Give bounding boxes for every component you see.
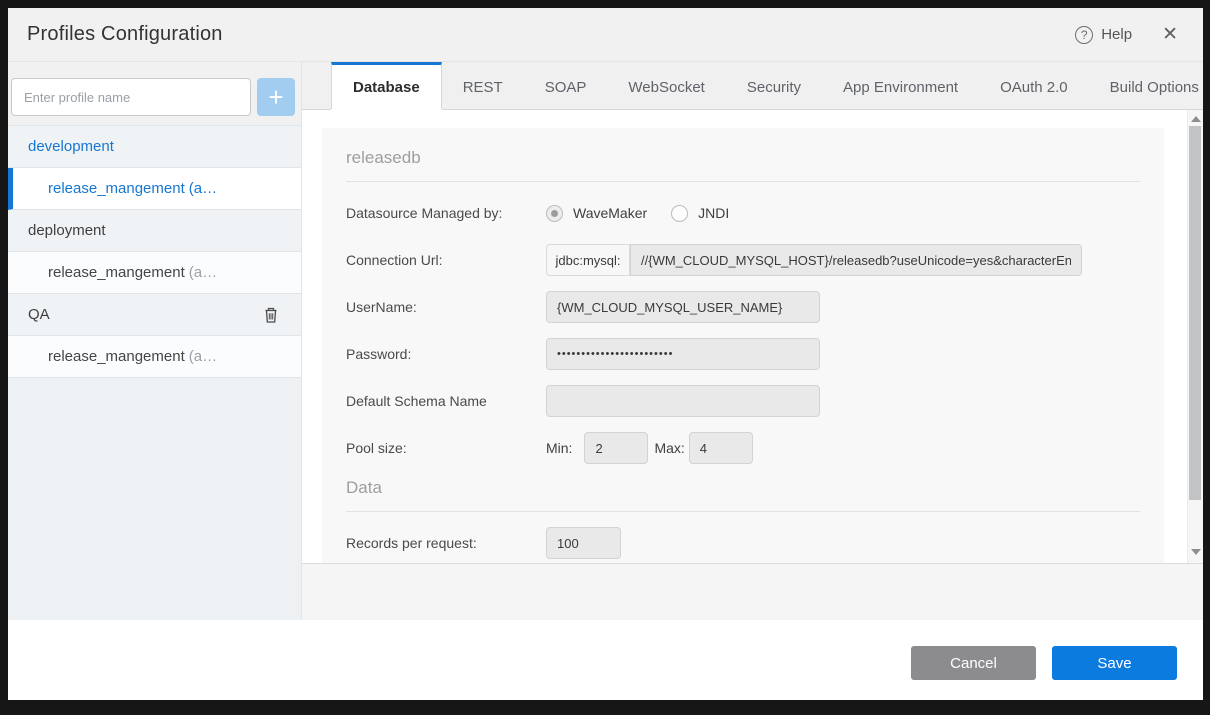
scroll-down-icon[interactable] bbox=[1188, 545, 1203, 559]
tab-build-options[interactable]: Build Options bbox=[1089, 62, 1210, 109]
config-tab-bar: Database REST SOAP WebSocket Security Ap… bbox=[302, 62, 1203, 110]
help-icon[interactable]: ? bbox=[1075, 26, 1093, 44]
profiles-configuration-dialog: Profiles Configuration ? Help ✕ + develo… bbox=[8, 8, 1203, 700]
profiles-sidebar: + development release_mangement (a… depl… bbox=[8, 62, 302, 620]
datasource-managed-by-label: Datasource Managed by: bbox=[346, 205, 546, 221]
section-heading-releasedb: releasedb bbox=[346, 148, 1140, 182]
wavemaker-radio-label: WaveMaker bbox=[573, 205, 647, 221]
scroll-up-icon[interactable] bbox=[1188, 112, 1203, 126]
pool-min-input[interactable] bbox=[584, 432, 648, 464]
profile-group-deployment[interactable]: deployment bbox=[8, 210, 301, 252]
tab-soap[interactable]: SOAP bbox=[524, 62, 608, 109]
dialog-header: Profiles Configuration ? Help ✕ bbox=[8, 8, 1203, 62]
wavemaker-radio[interactable] bbox=[546, 205, 563, 222]
username-input[interactable] bbox=[546, 291, 820, 323]
profile-name-input[interactable] bbox=[11, 78, 251, 116]
tab-websocket[interactable]: WebSocket bbox=[607, 62, 725, 109]
records-per-request-row: Records per request: bbox=[346, 527, 1140, 559]
records-per-request-input[interactable] bbox=[546, 527, 621, 559]
tab-app-environment[interactable]: App Environment bbox=[822, 62, 979, 109]
dialog-footer: Cancel Save bbox=[8, 620, 1203, 700]
profile-group-development[interactable]: development bbox=[8, 126, 301, 168]
vertical-scrollbar[interactable] bbox=[1187, 110, 1203, 563]
pool-max-input[interactable] bbox=[689, 432, 753, 464]
pool-max-label: Max: bbox=[654, 440, 684, 456]
tab-panel-footer-strip bbox=[302, 564, 1203, 620]
jdbc-protocol-prefix: jdbc:mysql: bbox=[546, 244, 630, 276]
connection-url-input[interactable] bbox=[630, 244, 1082, 276]
username-row: UserName: bbox=[346, 291, 1140, 323]
tab-database[interactable]: Database bbox=[331, 62, 442, 109]
username-label: UserName: bbox=[346, 299, 546, 315]
database-config-form: releasedb Datasource Managed by: WaveMak… bbox=[322, 128, 1164, 564]
password-input[interactable] bbox=[546, 338, 820, 370]
default-schema-row: Default Schema Name bbox=[346, 385, 1140, 417]
cancel-button[interactable]: Cancel bbox=[911, 646, 1036, 680]
records-per-request-label: Records per request: bbox=[346, 535, 546, 551]
tab-oauth-2-0[interactable]: OAuth 2.0 bbox=[979, 62, 1089, 109]
connection-url-label: Connection Url: bbox=[346, 252, 546, 268]
connection-url-row: Connection Url: jdbc:mysql: bbox=[346, 244, 1140, 276]
tab-security[interactable]: Security bbox=[726, 62, 822, 109]
database-tab-panel: releasedb Datasource Managed by: WaveMak… bbox=[302, 110, 1203, 564]
profile-item-release-mangement-development[interactable]: release_mangement (a… bbox=[8, 168, 301, 210]
jndi-radio[interactable] bbox=[671, 205, 688, 222]
sidebar-empty-area bbox=[8, 378, 301, 620]
profile-item-release-mangement-deployment[interactable]: release_mangement (a… bbox=[8, 252, 301, 294]
profile-search-row: + bbox=[8, 62, 301, 125]
default-schema-input[interactable] bbox=[546, 385, 820, 417]
tab-rest[interactable]: REST bbox=[442, 62, 524, 109]
add-profile-button[interactable]: + bbox=[257, 78, 295, 116]
section-heading-data: Data bbox=[346, 478, 1140, 512]
pool-size-label: Pool size: bbox=[346, 440, 546, 456]
default-schema-label: Default Schema Name bbox=[346, 393, 546, 409]
profiles-list: development release_mangement (a… deploy… bbox=[8, 125, 301, 378]
password-row: Password: bbox=[346, 338, 1140, 370]
profile-group-qa[interactable]: QA bbox=[8, 294, 301, 336]
password-label: Password: bbox=[346, 346, 546, 362]
scrollbar-thumb[interactable] bbox=[1189, 126, 1201, 500]
delete-profile-icon[interactable] bbox=[263, 306, 279, 324]
pool-size-row: Pool size: Min: Max: bbox=[346, 432, 1140, 464]
help-link[interactable]: Help bbox=[1101, 26, 1132, 43]
datasource-managed-by-row: Datasource Managed by: WaveMaker JNDI bbox=[346, 197, 1140, 229]
dialog-title: Profiles Configuration bbox=[27, 23, 223, 46]
save-button[interactable]: Save bbox=[1052, 646, 1177, 680]
jndi-radio-label: JNDI bbox=[698, 205, 729, 221]
close-icon[interactable]: ✕ bbox=[1162, 25, 1178, 44]
profile-item-release-mangement-qa[interactable]: release_mangement (a… bbox=[8, 336, 301, 378]
pool-min-label: Min: bbox=[546, 440, 572, 456]
